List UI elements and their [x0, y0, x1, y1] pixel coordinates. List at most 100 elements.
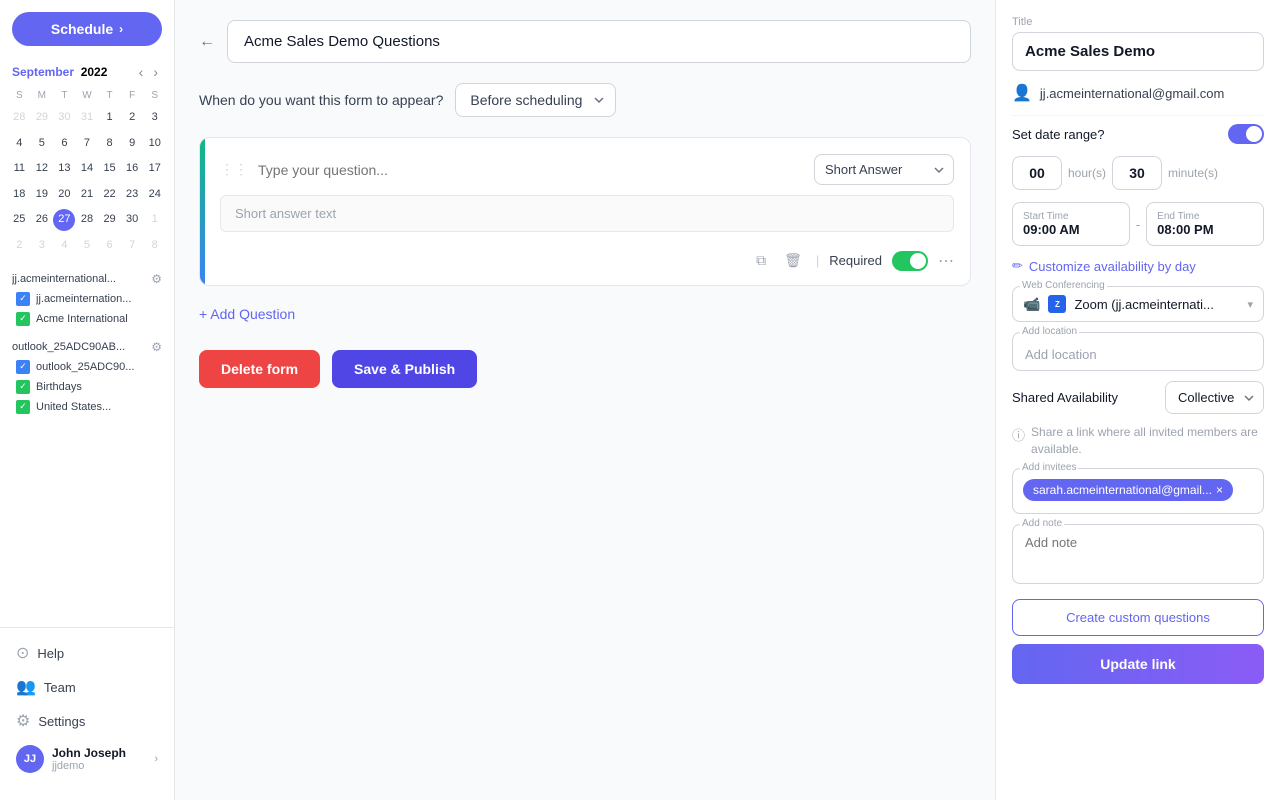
rp-title-section: Title Acme Sales Demo — [1012, 16, 1264, 71]
cal-day[interactable]: 18 — [8, 182, 31, 208]
question-type-select[interactable]: Short Answer — [814, 154, 954, 185]
required-label: Required — [829, 253, 882, 268]
cal-day[interactable]: 6 — [98, 233, 121, 259]
copy-button[interactable]: ⧉ — [752, 248, 770, 273]
delete-form-button[interactable]: Delete form — [199, 350, 320, 388]
cal-day[interactable]: 7 — [121, 233, 144, 259]
cal-day[interactable]: 1 — [143, 207, 166, 233]
rp-web-conf-box[interactable]: 📹 Z Zoom (jj.acmeinternati... ▾ — [1012, 286, 1264, 322]
form-title-input[interactable] — [227, 20, 971, 63]
cal-day[interactable]: 22 — [98, 182, 121, 208]
cal-day[interactable]: 6 — [53, 131, 76, 157]
cal-day[interactable]: 11 — [8, 156, 31, 182]
user-info: John Joseph jjdemo — [52, 746, 146, 772]
cal-day[interactable]: 4 — [8, 131, 31, 157]
cal-day[interactable]: 12 — [31, 156, 54, 182]
cal-day[interactable]: 30 — [53, 105, 76, 131]
help-nav-item[interactable]: ⊙ Help — [8, 636, 166, 670]
rp-date-range-row: Set date range? — [1012, 124, 1264, 144]
required-toggle[interactable] — [892, 251, 928, 271]
rp-note-wrapper: Add note — [1012, 524, 1264, 587]
rp-email-row: 👤 jj.acmeinternational@gmail.com — [1012, 83, 1264, 103]
check-icon: ✓ — [16, 292, 30, 306]
rp-invitees-wrapper: Add invitees sarah.acmeinternational@gma… — [1012, 468, 1264, 514]
account-settings-button-1[interactable]: ⚙ — [151, 272, 162, 286]
cal-day[interactable]: 19 — [31, 182, 54, 208]
cal-day[interactable]: 5 — [76, 233, 99, 259]
rp-note-label: Add note — [1020, 518, 1064, 529]
rp-end-time-field[interactable]: End Time 08:00 PM — [1146, 202, 1264, 246]
cal-day[interactable]: 2 — [8, 233, 31, 259]
cal-day[interactable]: 25 — [8, 207, 31, 233]
rp-zoom-name: Zoom (jj.acmeinternati... — [1074, 297, 1239, 312]
invitee-chip: sarah.acmeinternational@gmail... × — [1023, 479, 1233, 501]
cal-day[interactable]: 4 — [53, 233, 76, 259]
action-buttons: Delete form Save & Publish — [199, 350, 971, 388]
cal-day[interactable]: 20 — [53, 182, 76, 208]
cal-day[interactable]: 26 — [31, 207, 54, 233]
cal-day[interactable]: 5 — [31, 131, 54, 157]
rp-start-value: 09:00 AM — [1023, 222, 1119, 237]
settings-nav-item[interactable]: ⚙ Settings — [8, 704, 166, 738]
rp-title-value: Acme Sales Demo — [1025, 43, 1251, 60]
cal-day[interactable]: 2 — [121, 105, 144, 131]
rp-note-textarea[interactable] — [1012, 524, 1264, 584]
cal-day[interactable]: 8 — [98, 131, 121, 157]
create-custom-questions-button[interactable]: Create custom questions — [1012, 599, 1264, 636]
rp-start-end-row: Start Time 09:00 AM - End Time 08:00 PM — [1012, 202, 1264, 246]
cal-day-today[interactable]: 27 — [53, 209, 75, 231]
rp-minutes-box[interactable]: 30 — [1112, 156, 1162, 190]
cal-day[interactable]: 13 — [53, 156, 76, 182]
rp-location-box[interactable]: Add location — [1012, 332, 1264, 371]
sidebar-bottom: ⊙ Help 👥 Team ⚙ Settings JJ John Joseph … — [0, 627, 174, 788]
update-link-button[interactable]: Update link — [1012, 644, 1264, 684]
cal-day[interactable]: 9 — [121, 131, 144, 157]
cal-day[interactable]: 14 — [76, 156, 99, 182]
more-options-button[interactable]: ⋯ — [938, 251, 954, 271]
account-group-1: jj.acmeinternational... ⚙ ✓ jj.acmeinter… — [8, 269, 166, 329]
date-range-toggle[interactable] — [1228, 124, 1264, 144]
cal-day[interactable]: 7 — [76, 131, 99, 157]
rp-invitees-box[interactable]: sarah.acmeinternational@gmail... × — [1012, 468, 1264, 514]
add-question-button[interactable]: + Add Question — [199, 302, 295, 326]
calendar-next-button[interactable]: › — [149, 62, 162, 82]
cal-day[interactable]: 16 — [121, 156, 144, 182]
question-input[interactable] — [258, 162, 804, 178]
cal-day[interactable]: 29 — [31, 105, 54, 131]
form-appear-select[interactable]: Before scheduling — [455, 83, 616, 117]
cal-day[interactable]: 17 — [143, 156, 166, 182]
calendar-prev-button[interactable]: ‹ — [135, 62, 148, 82]
account-settings-button-2[interactable]: ⚙ — [151, 340, 162, 354]
delete-button[interactable]: 🗑 — [780, 248, 806, 273]
cal-day[interactable]: 24 — [143, 182, 166, 208]
invitee-chip-close[interactable]: × — [1216, 483, 1223, 497]
cal-day[interactable]: 30 — [121, 207, 144, 233]
schedule-button[interactable]: Schedule › — [12, 12, 162, 46]
rp-start-time-field[interactable]: Start Time 09:00 AM — [1012, 202, 1130, 246]
account-item: ✓ Birthdays — [8, 377, 166, 397]
rp-collective-select[interactable]: Collective — [1165, 381, 1264, 414]
customize-availability-link[interactable]: ✏ Customize availability by day — [1012, 258, 1264, 274]
back-button[interactable]: ← — [199, 33, 215, 51]
account-name-2: outlook_25ADC90AB... — [12, 341, 125, 353]
cal-day[interactable]: 8 — [143, 233, 166, 259]
cal-day[interactable]: 3 — [31, 233, 54, 259]
cal-day[interactable]: 29 — [98, 207, 121, 233]
cal-day[interactable]: 10 — [143, 131, 166, 157]
cal-day[interactable]: 3 — [143, 105, 166, 131]
team-nav-item[interactable]: 👥 Team — [8, 670, 166, 704]
cal-day[interactable]: 31 — [76, 105, 99, 131]
rp-hours-box[interactable]: 00 — [1012, 156, 1062, 190]
user-profile[interactable]: JJ John Joseph jjdemo › — [8, 738, 166, 780]
cal-day[interactable]: 23 — [121, 182, 144, 208]
cal-day[interactable]: 28 — [76, 207, 99, 233]
cal-day[interactable]: 15 — [98, 156, 121, 182]
cal-day[interactable]: 1 — [98, 105, 121, 131]
drag-handle-icon[interactable]: ⋮⋮ — [220, 161, 248, 178]
check-icon: ✓ — [16, 380, 30, 394]
save-publish-button[interactable]: Save & Publish — [332, 350, 477, 388]
calendar-year: 2022 — [81, 65, 108, 79]
cal-day[interactable]: 28 — [8, 105, 31, 131]
cal-day[interactable]: 21 — [76, 182, 99, 208]
account-item: ✓ jj.acmeinternation... — [8, 289, 166, 309]
